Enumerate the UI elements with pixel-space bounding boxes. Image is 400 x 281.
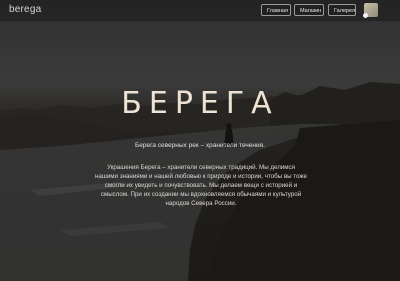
status-dot-icon	[363, 13, 368, 18]
nav-button-main[interactable]: Главная	[261, 4, 291, 16]
top-navbar: berega Главная Магазин Галерея	[0, 0, 400, 22]
page: berega Главная Магазин Галерея БЕРЕГА Бе…	[0, 0, 400, 281]
hero-title: БЕРЕГА	[121, 86, 279, 121]
hero-description: Украшения Берега – хранители северных тр…	[95, 164, 307, 207]
background-scrim	[0, 0, 400, 281]
nav-button-shop[interactable]: Магазин	[294, 4, 324, 16]
hero-tagline: Берега северных рек – хранители течения.	[135, 142, 265, 149]
brand-logo-text[interactable]: berega	[9, 4, 41, 15]
nav-button-gallery[interactable]: Галерея	[328, 4, 356, 16]
